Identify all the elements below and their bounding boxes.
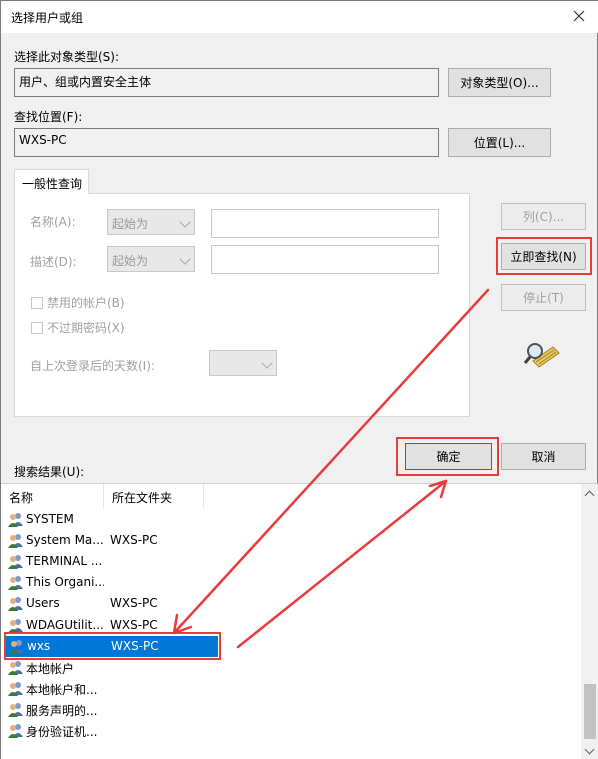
arrow-line-to-ok xyxy=(236,479,448,649)
annotation-arrows xyxy=(172,288,490,649)
arrow-line-to-row xyxy=(172,288,490,635)
select-users-dialog: 选择用户或组 选择此对象类型(S): 用户、组或内置安全主体 对象类型(O)..… xyxy=(0,0,598,759)
tab-common-queries[interactable]: 一般性查询 xyxy=(14,169,89,194)
